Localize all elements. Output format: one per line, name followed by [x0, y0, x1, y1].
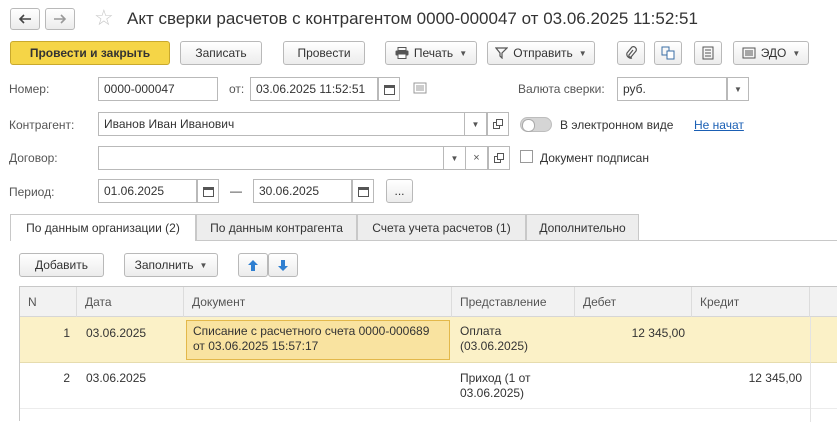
chevron-down-icon: ▼ [471, 119, 480, 129]
column-header-document[interactable]: Документ [184, 287, 452, 317]
column-header-date[interactable]: Дата [77, 287, 184, 317]
arrow-left-icon [18, 14, 31, 24]
print-button[interactable]: Печать ▼ [385, 41, 477, 65]
period-to-field[interactable]: 30.06.2025 [253, 179, 352, 203]
open-icon [493, 119, 503, 129]
date-field[interactable]: 03.06.2025 11:52:51 [250, 77, 378, 101]
period-select-button[interactable]: ... [386, 179, 413, 203]
counterparty-dropdown-button[interactable]: ▼ [465, 112, 487, 136]
calendar-icon [202, 186, 214, 197]
period-dash: — [230, 184, 242, 198]
period-from-field[interactable]: 01.06.2025 [98, 179, 197, 203]
comment-icon[interactable] [413, 82, 427, 97]
report-icon [702, 46, 714, 60]
currency-field[interactable]: руб. [617, 77, 727, 101]
counterparty-label: Контрагент: [9, 118, 75, 132]
period-to-calendar-button[interactable] [352, 179, 374, 203]
send-icon [495, 47, 509, 59]
table-row[interactable]: 1 03.06.2025 Списание с расчетного счета… [20, 317, 837, 363]
send-label: Отправить [513, 46, 573, 60]
tab-additional[interactable]: Дополнительно [526, 214, 639, 240]
chevron-down-icon: ▼ [199, 260, 208, 270]
arrow-down-icon [278, 259, 288, 271]
paperclip-icon [626, 46, 637, 59]
column-header-debit[interactable]: Дебет [575, 287, 692, 317]
column-header-credit[interactable]: Кредит [692, 287, 810, 317]
edo-icon [742, 47, 756, 59]
table-header: N Дата Документ Представление Дебет Кред… [20, 287, 837, 317]
column-header-n[interactable]: N [20, 287, 77, 317]
currency-dropdown-button[interactable]: ▼ [727, 77, 749, 101]
data-table: N Дата Документ Представление Дебет Кред… [19, 286, 837, 422]
window-title: Акт сверки расчетов с контрагентом 0000-… [127, 9, 698, 28]
send-button[interactable]: Отправить ▼ [487, 41, 595, 65]
fill-label: Заполнить [134, 258, 194, 272]
back-button[interactable] [10, 8, 40, 30]
contract-label: Договор: [9, 151, 58, 165]
period-from-calendar-button[interactable] [197, 179, 219, 203]
write-button[interactable]: Записать [180, 41, 262, 65]
tab-counterparty-data[interactable]: По данным контрагента [196, 214, 357, 240]
printer-icon [395, 47, 409, 59]
fill-button[interactable]: Заполнить ▼ [124, 253, 218, 277]
chevron-down-icon: ▼ [734, 84, 742, 94]
forward-button[interactable] [45, 8, 75, 30]
favorite-star-icon[interactable]: ☆ [94, 6, 114, 30]
row-debit: 12 345,00 [631, 326, 685, 340]
row-number: 2 [63, 371, 70, 385]
calendar-icon [383, 84, 395, 95]
counterparty-field[interactable]: Иванов Иван Иванович [98, 112, 465, 136]
chevron-down-icon: ▼ [792, 48, 801, 58]
move-down-button[interactable] [268, 253, 298, 277]
signed-checkbox[interactable] [520, 150, 533, 163]
report-button[interactable] [694, 41, 722, 65]
table-row[interactable]: 2 03.06.2025 Приход (1 от 03.06.2025) 12… [20, 363, 837, 409]
row-number: 1 [63, 326, 70, 340]
currency-label: Валюта сверки: [518, 82, 605, 96]
row-representation: Приход (1 от 03.06.2025) [460, 371, 531, 400]
counterparty-open-button[interactable] [487, 112, 509, 136]
print-label: Печать [413, 46, 454, 60]
chevron-down-icon: ▼ [459, 48, 468, 58]
electronic-label: В электронном виде [560, 118, 674, 132]
contract-open-button[interactable] [488, 146, 510, 170]
edo-button[interactable]: ЭДО ▼ [733, 41, 809, 65]
chevron-down-icon: ▼ [578, 48, 587, 58]
arrow-right-icon [54, 14, 67, 24]
electronic-status-link[interactable]: Не начат [694, 118, 744, 132]
move-up-button[interactable] [238, 253, 268, 277]
tab-organization-data[interactable]: По данным организации (2) [10, 214, 196, 241]
period-label: Период: [9, 185, 55, 199]
electronic-toggle[interactable] [520, 117, 552, 132]
number-field[interactable]: 0000-000047 [98, 77, 218, 101]
row-representation: Оплата (03.06.2025) [460, 324, 529, 353]
column-divider [810, 317, 811, 422]
contract-dropdown-button[interactable]: ▼ [444, 146, 466, 170]
structure-button[interactable] [654, 41, 682, 65]
number-label: Номер: [9, 82, 50, 96]
row-date: 03.06.2025 [86, 326, 147, 340]
row-document: Списание с расчетного счета 0000-000689 … [193, 324, 430, 353]
chevron-down-icon: ▼ [450, 153, 459, 163]
contract-clear-button[interactable]: × [466, 146, 488, 170]
row-credit: 12 345,00 [748, 371, 802, 385]
contract-field[interactable] [98, 146, 444, 170]
open-icon [494, 153, 504, 163]
clear-icon: × [473, 152, 480, 164]
arrow-up-icon [248, 259, 258, 271]
tab-accounts[interactable]: Счета учета расчетов (1) [357, 214, 526, 240]
signed-label: Документ подписан [540, 151, 649, 165]
post-and-close-button[interactable]: Провести и закрыть [10, 41, 170, 65]
row-date: 03.06.2025 [86, 371, 147, 385]
attach-button[interactable] [617, 41, 645, 65]
toggle-knob [522, 119, 535, 132]
from-label: от: [229, 82, 245, 96]
document-structure-icon [661, 46, 675, 60]
add-row-button[interactable]: Добавить [19, 253, 104, 277]
calendar-icon [357, 186, 369, 197]
column-header-representation[interactable]: Представление [452, 287, 575, 317]
post-button[interactable]: Провести [283, 41, 365, 65]
date-calendar-button[interactable] [378, 77, 400, 101]
edo-label: ЭДО [760, 46, 787, 60]
